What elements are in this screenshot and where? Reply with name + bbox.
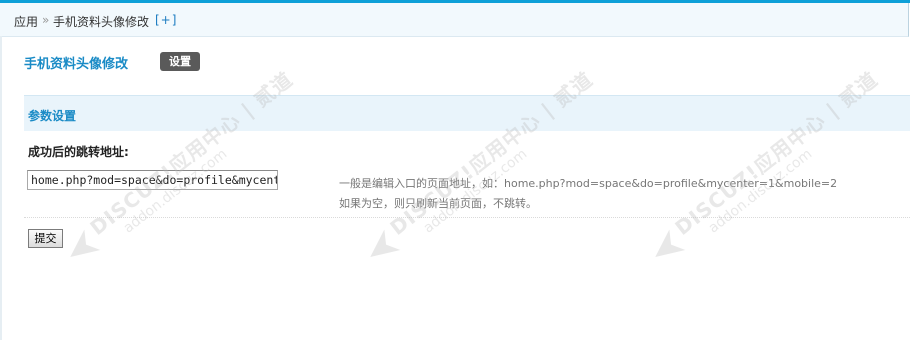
breadcrumb: 应用 » 手机资料头像修改 [+] — [0, 3, 909, 37]
watermark-arrow-icon — [655, 229, 686, 257]
field-hint-line1: 一般是编辑入口的页面地址，如：home.php?mod=space&do=pro… — [339, 177, 838, 190]
watermark-2: DISCUZ!应用中心 | 贰道 addon.discuz.com — [351, 60, 609, 280]
section-title: 参数设置 — [28, 109, 77, 123]
breadcrumb-root-link[interactable]: 应用 — [14, 13, 38, 30]
redirect-url-label: 成功后的跳转地址: — [28, 145, 129, 159]
left-border — [0, 36, 2, 340]
section-header: 参数设置 — [24, 95, 910, 131]
submit-button[interactable]: 提交 — [28, 229, 63, 248]
watermark-brand: DISCUZ!应用中心 | 贰道 — [670, 67, 883, 240]
page-title: 手机资料头像修改 — [24, 57, 129, 72]
watermark-domain: addon.discuz.com — [420, 146, 531, 237]
watermark-domain: addon.discuz.com — [120, 146, 231, 237]
watermark-3: DISCUZ!应用中心 | 贰道 addon.discuz.com — [636, 60, 894, 280]
watermark-brand: DISCUZ!应用中心 | 贰道 — [385, 67, 598, 240]
watermark-arrow-icon — [70, 229, 101, 257]
divider — [24, 217, 910, 218]
breadcrumb-separator: » — [42, 13, 50, 27]
redirect-url-input[interactable]: home.php?mod=space&do=profile&mycenter=1… — [27, 170, 278, 190]
breadcrumb-add-link[interactable]: [+] — [155, 13, 177, 27]
watermark-domain: addon.discuz.com — [705, 146, 816, 237]
settings-button[interactable]: 设置 — [160, 52, 200, 71]
field-hint-line2: 如果为空，则只刷新当前页面，不跳转。 — [339, 197, 537, 210]
watermark-arrow-icon — [370, 229, 401, 257]
breadcrumb-current: 手机资料头像修改 — [53, 15, 150, 29]
